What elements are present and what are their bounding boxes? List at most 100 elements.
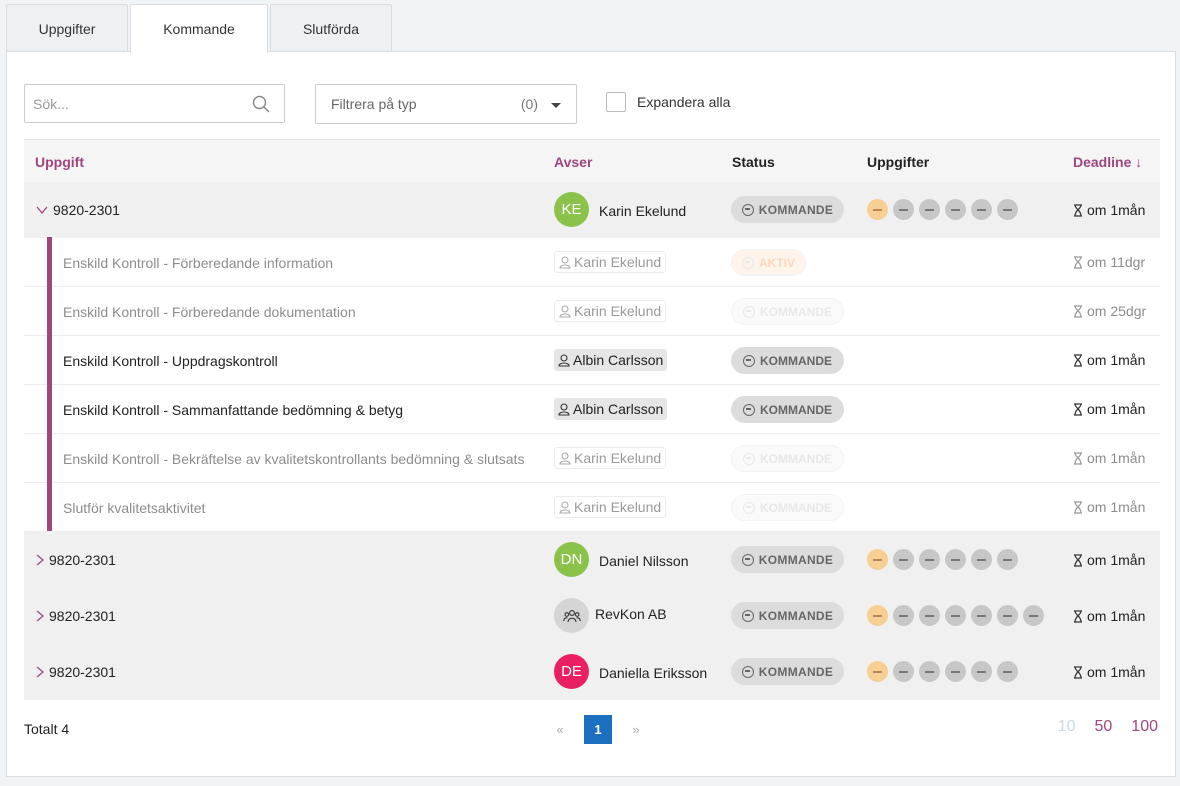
- assignee-name: Albin Carlsson: [573, 401, 664, 417]
- deadline-text: om 1mån: [1087, 608, 1146, 624]
- table-row-group[interactable]: 9820-2301 RevKon AB KOMMANDE om 1mån: [24, 588, 1160, 644]
- assignee-chip: Albin Carlsson: [554, 349, 668, 371]
- deadline-cell: om 1mån: [1073, 401, 1145, 417]
- minus-circle-icon: [741, 665, 754, 678]
- subtask-title: Enskild Kontroll - Bekräftelse av kvalit…: [63, 451, 525, 467]
- page-size-50[interactable]: 50: [1095, 718, 1113, 736]
- chevron-right-icon: [36, 554, 45, 566]
- hourglass-icon: [1074, 304, 1082, 318]
- task-dot: [971, 549, 992, 570]
- subtask-row[interactable]: Enskild Kontroll - Förberedande dokument…: [24, 287, 1160, 336]
- minus-circle-icon: [743, 452, 755, 465]
- group-toggle[interactable]: 9820-2301: [35, 552, 116, 568]
- tab-bar: Uppgifter Kommande Slutförda: [6, 4, 394, 53]
- deadline-text: om 1mån: [1087, 450, 1146, 466]
- tab-kommande[interactable]: Kommande: [130, 4, 268, 53]
- page-size-10[interactable]: 10: [1058, 718, 1076, 736]
- task-dot: [867, 661, 888, 682]
- task-dot: [997, 605, 1018, 626]
- search-icon[interactable]: [252, 95, 270, 113]
- deadline-cell: om 1mån: [1073, 608, 1145, 624]
- avatar: DN: [554, 542, 589, 577]
- subtask-row[interactable]: Enskild Kontroll - Uppdragskontroll Albi…: [24, 336, 1160, 385]
- tab-uppgifter[interactable]: Uppgifter: [6, 4, 128, 52]
- table-row-group[interactable]: 9820-2301 DE Daniella Eriksson KOMMANDE …: [24, 644, 1160, 700]
- user-icon: [558, 402, 570, 416]
- deadline-text: om 1mån: [1087, 352, 1146, 368]
- expand-all-checkbox[interactable]: [606, 92, 626, 112]
- deadline-text: om 1mån: [1087, 202, 1146, 218]
- minus-circle-icon: [743, 501, 755, 514]
- group-toggle[interactable]: 9820-2301: [35, 608, 116, 624]
- assignee-name: Albin Carlsson: [573, 352, 664, 368]
- status-badge: KOMMANDE: [731, 445, 844, 472]
- deadline-cell: om 1mån: [1073, 352, 1145, 368]
- task-progress-dots: [867, 605, 1049, 626]
- status-badge: KOMMANDE: [731, 396, 844, 423]
- type-filter-select[interactable]: Filtrera på typ (0): [315, 84, 577, 124]
- assignee-chip: Albin Carlsson: [554, 398, 668, 420]
- page-size-100[interactable]: 100: [1131, 718, 1158, 736]
- chevron-right-icon: [36, 610, 45, 622]
- column-header-concerns[interactable]: Avser: [554, 154, 592, 170]
- next-page-button[interactable]: »: [621, 722, 651, 737]
- table-row-group[interactable]: 9820-2301 DN Daniel Nilsson KOMMANDE om …: [24, 532, 1160, 588]
- filter-count: (0): [520, 96, 538, 112]
- chevron-right-icon: [36, 666, 45, 678]
- assignee-chip: Karin Ekelund: [554, 447, 667, 469]
- tab-slutforda[interactable]: Slutförda: [270, 4, 392, 52]
- table-row-group[interactable]: 9820-2301 KE Karin Ekelund KOMMANDE om 1…: [24, 182, 1160, 238]
- minus-circle-icon: [741, 553, 754, 566]
- group-person-name: Daniella Eriksson: [599, 665, 708, 681]
- task-dot: [997, 549, 1018, 570]
- group-toggle[interactable]: 9820-2301: [35, 202, 120, 218]
- expanded-group-indicator: [47, 237, 52, 531]
- task-dot: [997, 661, 1018, 682]
- hourglass-icon: [1074, 451, 1082, 465]
- deadline-cell: om 1mån: [1073, 499, 1145, 515]
- page-1-button[interactable]: 1: [584, 715, 612, 744]
- hourglass-icon: [1074, 203, 1082, 217]
- column-header-deadline[interactable]: Deadline ↓: [1073, 154, 1142, 170]
- column-header-status: Status: [732, 154, 775, 170]
- group-toggle[interactable]: 9820-2301: [35, 664, 116, 680]
- expand-all-toggle[interactable]: Expandera alla: [606, 92, 730, 112]
- status-badge: AKTIV: [731, 249, 806, 276]
- hourglass-icon: [1074, 553, 1082, 567]
- task-dot: [945, 549, 966, 570]
- subtask-row[interactable]: Enskild Kontroll - Sammanfattande bedömn…: [24, 385, 1160, 434]
- task-dot: [867, 549, 888, 570]
- column-header-task[interactable]: Uppgift: [35, 154, 84, 170]
- deadline-cell: om 1mån: [1073, 664, 1145, 680]
- status-badge: KOMMANDE: [731, 298, 844, 325]
- user-icon: [559, 255, 571, 269]
- subtask-row[interactable]: Enskild Kontroll - Förberedande informat…: [24, 238, 1160, 287]
- user-icon: [559, 304, 571, 318]
- status-text: KOMMANDE: [760, 500, 832, 515]
- deadline-text: om 11dgr: [1087, 254, 1146, 270]
- hourglass-icon: [1074, 665, 1082, 679]
- status-text: AKTIV: [759, 255, 795, 270]
- pagination: « 1 »: [545, 715, 651, 744]
- search-input[interactable]: [25, 85, 245, 122]
- minus-circle-icon: [743, 354, 755, 367]
- deadline-cell: om 1mån: [1073, 202, 1145, 218]
- expand-all-label: Expandera alla: [637, 94, 731, 110]
- avatar: KE: [554, 192, 589, 227]
- total-count: Totalt 4: [24, 721, 70, 737]
- group-person-name: Karin Ekelund: [599, 203, 687, 219]
- tab-panel: Filtrera på typ (0) Expandera alla Uppgi…: [6, 51, 1176, 777]
- subtask-row[interactable]: Enskild Kontroll - Bekräftelse av kvalit…: [24, 434, 1160, 483]
- task-dot: [971, 605, 992, 626]
- user-icon: [559, 500, 571, 514]
- minus-circle-icon: [741, 609, 754, 622]
- task-dot: [893, 199, 914, 220]
- hourglass-icon: [1074, 609, 1082, 623]
- group-id: 9820-2301: [49, 552, 116, 568]
- subtask-row[interactable]: Slutför kvalitetsaktivitet Karin Ekelund…: [24, 483, 1160, 532]
- group-icon: [562, 609, 581, 622]
- assignee-name: Karin Ekelund: [574, 303, 662, 319]
- prev-page-button[interactable]: «: [545, 722, 575, 737]
- subtask-title: Enskild Kontroll - Förberedande dokument…: [63, 304, 356, 320]
- avatar: DE: [554, 654, 589, 689]
